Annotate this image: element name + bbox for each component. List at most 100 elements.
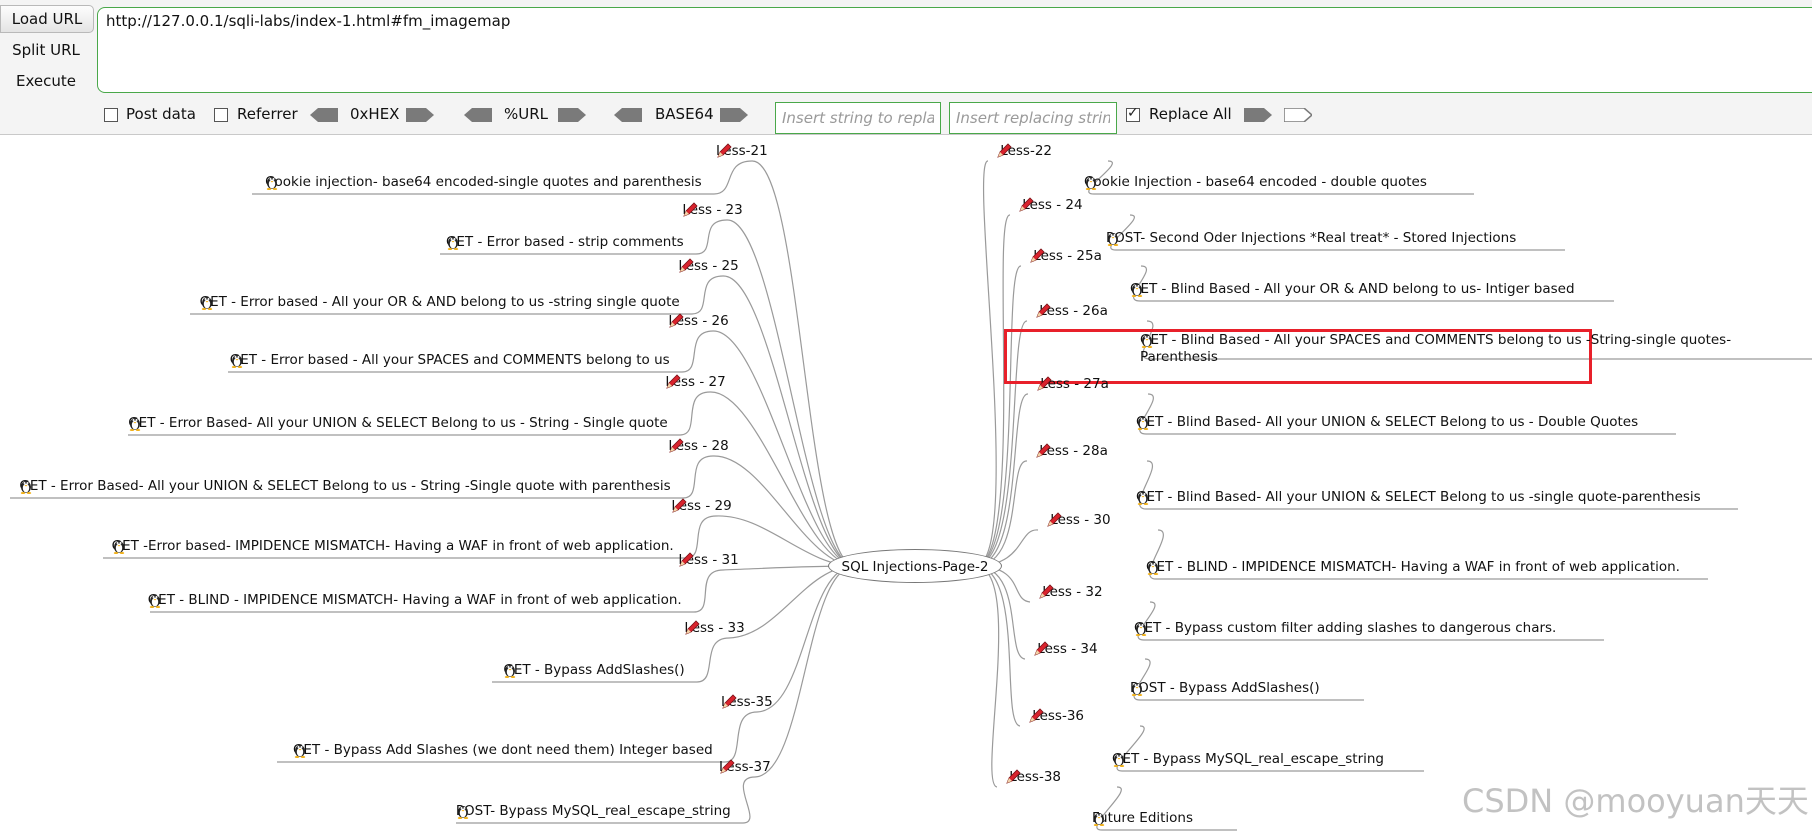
mindmap-description-node[interactable]: GET - Bypass MySQL_real_escape_string (1112, 751, 1388, 768)
mindmap-description-node[interactable]: Cookie injection- base64 encoded-single … (265, 174, 706, 191)
mindmap-description-node[interactable]: POST - Bypass AddSlashes() (1130, 680, 1324, 697)
mindmap-less-node[interactable]: Less - 25a (1029, 248, 1102, 265)
post-data-label: Post data (126, 105, 196, 123)
referrer-checkbox[interactable] (214, 108, 228, 122)
csdn-watermark: CSDN @mooyuan天天 (1462, 782, 1809, 820)
mindmap-less-node[interactable]: Less - 26a (1035, 303, 1108, 320)
lesson-description: GET - Bypass AddSlashes() (503, 662, 685, 678)
mindmap-less-node[interactable]: Less - 31 (678, 552, 743, 569)
mindmap-description-node[interactable]: POST- Second Oder Injections *Real treat… (1106, 230, 1520, 247)
mindmap-connector (712, 330, 856, 567)
mindmap-description-node[interactable]: GET - Bypass AddSlashes() (503, 662, 689, 679)
replace-all-checkbox[interactable] (1126, 105, 1140, 122)
mindmap-description-node[interactable]: GET - BLIND - IMPIDENCE MISMATCH- Having… (148, 592, 686, 609)
lesson-description: GET - Bypass custom filter adding slashe… (1134, 620, 1557, 636)
hex-decode-arrow-icon[interactable] (310, 108, 338, 122)
lesson-description: GET -Error based- IMPIDENCE MISMATCH- Ha… (111, 538, 674, 554)
sqli-mindmap: SQL Injections-Page-2 Less-21 Cookie inj… (0, 135, 1812, 832)
mindmap-less-node[interactable]: Less - 26 (668, 313, 733, 330)
lesson-description: Future Editions (1092, 810, 1194, 826)
options-row: Post data Referrer 0xHEX %URL BASE64 Rep… (104, 102, 1804, 134)
mindmap-less-node[interactable]: Less - 27 (665, 374, 730, 391)
mindmap-description-node[interactable]: GET - BLIND - IMPIDENCE MISMATCH- Having… (1146, 559, 1684, 576)
lesson-description: GET - Bypass Add Slashes (we dont need t… (292, 742, 713, 758)
mindmap-description-node[interactable]: GET - Bypass Add Slashes (we dont need t… (293, 742, 717, 759)
mindmap-less-node[interactable]: Less - 24 (1018, 197, 1083, 214)
mindmap-less-node[interactable]: Less-22 (996, 143, 1052, 160)
url-encode-label: %URL (504, 105, 549, 123)
hackbar-toolbar: Load URL Split URL Execute http://127.0.… (0, 0, 1812, 135)
lesson-description: GET - BLIND - IMPIDENCE MISMATCH- Having… (1146, 559, 1680, 575)
mindmap-description-node[interactable]: GET - Error based - strip comments (446, 234, 688, 251)
replace-arrow-icon[interactable] (1244, 108, 1272, 122)
lesson-description: GET - Bypass MySQL_real_escape_string (1112, 751, 1384, 767)
mindmap-description-node[interactable]: GET - Bypass custom filter adding slashe… (1134, 620, 1560, 637)
split-url-button[interactable]: Split URL (0, 36, 92, 64)
lesson-description: Cookie injection- base64 encoded-single … (265, 174, 702, 190)
mindmap-less-node[interactable]: Less-35 (721, 694, 777, 711)
post-data-checkbox[interactable] (104, 108, 118, 122)
mindmap-less-node[interactable]: Less - 25 (678, 258, 743, 275)
mindmap-description-node[interactable]: GET - Blind Based- All your UNION & SELE… (1136, 489, 1705, 506)
mindmap-description-node[interactable]: Cookie Injection - base64 encoded - doub… (1084, 174, 1431, 191)
mindmap-less-node[interactable]: Less - 33 (684, 620, 749, 637)
execute-button[interactable]: Execute (0, 67, 92, 95)
mindmap-description-node[interactable]: GET -Error based- IMPIDENCE MISMATCH- Ha… (112, 538, 678, 555)
mindmap-description-node[interactable]: GET - Error Based- All your UNION & SELE… (19, 478, 675, 495)
mindmap-connector (751, 160, 856, 567)
mindmap-connector (974, 565, 1021, 727)
mindmap-less-node[interactable]: Less - 34 (1033, 641, 1098, 658)
lesson-description: GET - Blind Based - All your SPACES and … (1140, 332, 1732, 365)
mindmap-less-node[interactable]: Less-37 (719, 759, 775, 776)
lesson-description: Cookie Injection - base64 encoded - doub… (1084, 174, 1427, 190)
mindmap-less-node[interactable]: Less - 27a (1036, 376, 1109, 393)
url-textarea[interactable]: http://127.0.0.1/sqli-labs/index-1.html#… (97, 7, 1812, 93)
find-string-input[interactable] (775, 102, 941, 134)
base64-label: BASE64 (655, 105, 714, 123)
mindmap-description-node[interactable]: GET - Blind Based- All your UNION & SELE… (1136, 414, 1642, 431)
mindmap-less-node[interactable]: Less - 29 (671, 498, 736, 515)
mindmap-less-node[interactable]: Less - 30 (1046, 512, 1111, 529)
lesson-description: POST- Bypass MySQL_real_escape_string (455, 803, 731, 819)
hex-label: 0xHEX (350, 105, 400, 123)
mindmap-connector (974, 565, 1026, 660)
replace-string-input[interactable] (949, 102, 1117, 134)
mindmap-connector (756, 565, 856, 713)
mindmap-description-node[interactable]: GET - Error based - All your OR & AND be… (200, 294, 684, 311)
url-decode-arrow-icon[interactable] (464, 108, 492, 122)
mindmap-connector (974, 160, 997, 567)
mindmap-less-node[interactable]: Less-36 (1028, 708, 1084, 725)
lesson-description: POST - Bypass AddSlashes() (1130, 680, 1320, 696)
lesson-description: GET - Error based - strip comments (445, 234, 684, 250)
mindmap-less-node[interactable]: Less - 32 (1038, 584, 1103, 601)
mindmap-less-node[interactable]: Less - 28a (1035, 443, 1108, 460)
replace-all-label: Replace All (1149, 105, 1232, 123)
load-url-button[interactable]: Load URL (0, 5, 94, 33)
lesson-description: POST- Second Oder Injections *Real treat… (1106, 230, 1517, 246)
hex-encode-arrow-icon[interactable] (406, 108, 434, 122)
mindmap-less-node[interactable]: Less-38 (1005, 769, 1061, 786)
mindmap-connector (974, 565, 1000, 788)
mindmap-description-node[interactable]: Future Editions (1092, 810, 1197, 827)
mindmap-description-node[interactable]: POST- Bypass MySQL_real_escape_string (456, 803, 735, 820)
base64-decode-arrow-icon[interactable] (614, 108, 642, 122)
lesson-description: GET - Error based - All your SPACES and … (229, 352, 670, 368)
mindmap-description-node[interactable]: GET - Blind Based - All your OR & AND be… (1130, 281, 1579, 298)
url-encode-arrow-icon[interactable] (558, 108, 586, 122)
mindmap-less-node[interactable]: Less - 23 (682, 202, 747, 219)
mindmap-less-node[interactable]: Less - 28 (668, 438, 733, 455)
mindmap-description-node[interactable]: GET - Error based - All your SPACES and … (230, 352, 674, 369)
base64-encode-arrow-icon[interactable] (720, 108, 748, 122)
mindmap-less-node[interactable]: Less-21 (716, 143, 772, 160)
lesson-description: GET - Blind Based- All your UNION & SELE… (1136, 489, 1701, 505)
lesson-description: GET - Error Based- All your UNION & SELE… (19, 478, 671, 494)
replace-all-arrow-icon[interactable] (1284, 108, 1312, 122)
mindmap-connector (754, 565, 856, 778)
lesson-description: GET - Error Based- All your UNION & SELE… (128, 415, 668, 431)
mindmap-description-node[interactable]: GET - Error Based- All your UNION & SELE… (128, 415, 672, 432)
mindmap-center-node[interactable]: SQL Injections-Page-2 (828, 549, 1002, 583)
lesson-description: GET - BLIND - IMPIDENCE MISMATCH- Having… (147, 592, 682, 608)
referrer-label: Referrer (237, 105, 298, 123)
mindmap-description-node[interactable]: GET - Blind Based - All your SPACES and … (1140, 332, 1740, 366)
lesson-description: GET - Blind Based - All your OR & AND be… (1130, 281, 1575, 297)
